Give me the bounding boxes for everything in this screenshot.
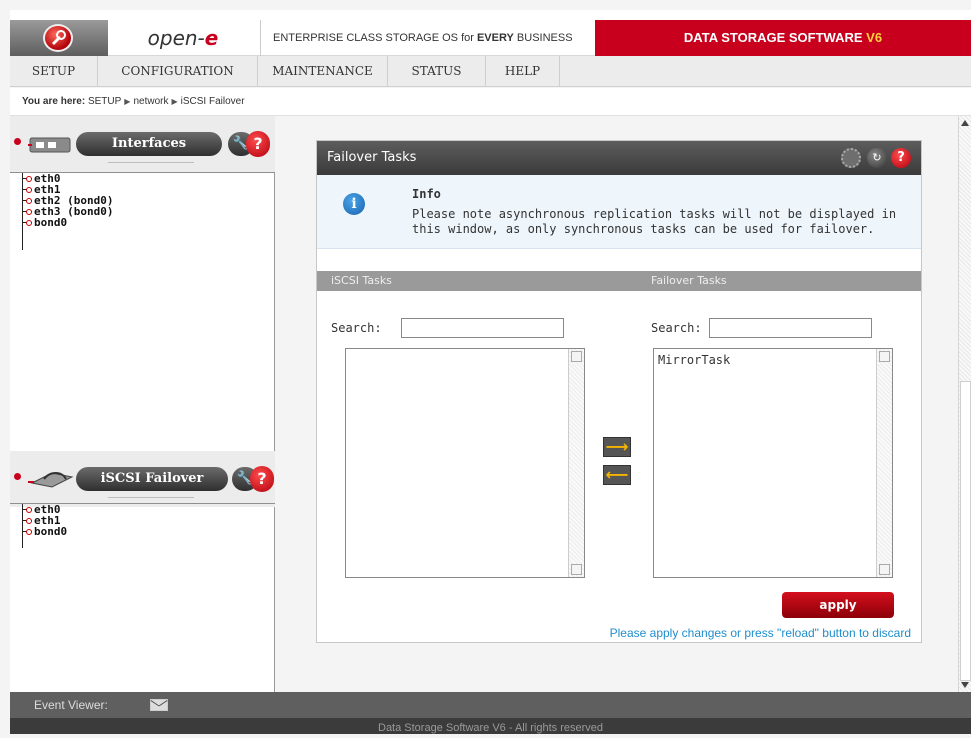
- tagline: ENTERPRISE CLASS STORAGE OS for EVERY BU…: [260, 20, 595, 56]
- interfaces-header: Interfaces 🔧 ?: [10, 116, 275, 172]
- breadcrumb: You are here: SETUP ▶ network ▶ iSCSI Failov…: [10, 88, 971, 116]
- tree-item-bond0[interactable]: bond0: [10, 217, 275, 228]
- scroll-thumb[interactable]: [960, 381, 971, 681]
- tree-item-bond0[interactable]: bond0: [10, 526, 275, 537]
- failover-tasks-list[interactable]: MirrorTask: [653, 348, 893, 578]
- iscsi-failover-title[interactable]: iSCSI Failover: [76, 467, 228, 491]
- column-failover-tasks: Failover Tasks: [651, 274, 727, 287]
- event-viewer-label: Event Viewer:: [34, 698, 108, 712]
- help-icon[interactable]: ?: [891, 148, 911, 168]
- main-content: Failover Tasks ↻ ? i Info Please note as…: [276, 116, 958, 692]
- page-scrollbar[interactable]: [958, 116, 971, 692]
- breadcrumb-sep-icon: ▶: [171, 97, 178, 106]
- network-device-icon: [28, 137, 71, 153]
- columns-bar: iSCSI Tasks Failover Tasks: [317, 271, 921, 291]
- scroll-up-icon[interactable]: [961, 120, 969, 126]
- right-search-input[interactable]: [709, 318, 872, 338]
- info-box: i Info Please note asynchronous replicat…: [317, 175, 921, 249]
- column-iscsi-tasks: iSCSI Tasks: [331, 274, 392, 287]
- info-icon: i: [343, 193, 365, 215]
- move-left-button[interactable]: ⟵: [603, 465, 631, 485]
- logo-icon: [43, 24, 73, 52]
- storage-device-icon: [28, 472, 74, 488]
- main-menu: SETUP CONFIGURATION MAINTENANCE STATUS H…: [10, 56, 971, 87]
- brand-prefix: open-: [147, 26, 205, 50]
- help-icon[interactable]: ?: [250, 466, 274, 492]
- tagline-suffix: BUSINESS: [513, 32, 573, 44]
- info-title: Info: [412, 187, 441, 201]
- scroll-up-button[interactable]: [879, 351, 890, 362]
- brand-logo: open-e: [108, 20, 258, 56]
- help-icon[interactable]: ?: [246, 131, 270, 157]
- brand-suffix: e: [204, 26, 219, 50]
- apply-button[interactable]: apply: [782, 592, 894, 618]
- list-scrollbar[interactable]: [568, 349, 584, 577]
- tree-item-label: bond0: [34, 525, 68, 538]
- breadcrumb-network[interactable]: network: [133, 96, 168, 107]
- iscsi-failover-header: iSCSI Failover 🔧 ?: [10, 451, 275, 507]
- reload-icon[interactable]: ↻: [867, 148, 887, 168]
- product-name: DATA STORAGE SOFTWARE: [683, 30, 867, 45]
- pin-icon: [14, 473, 21, 480]
- tagline-bold: EVERY: [476, 32, 514, 44]
- sidebar: Interfaces 🔧 ? eth0 eth1 eth2 (bond0) et…: [10, 116, 275, 692]
- right-search-label: Search:: [651, 321, 702, 335]
- panel-title: Failover Tasks: [327, 150, 417, 165]
- copyright: Data Storage Software V6 - All rights re…: [10, 718, 971, 734]
- pin-icon: [14, 138, 21, 145]
- breadcrumb-setup[interactable]: SETUP: [88, 96, 121, 107]
- iscsi-failover-tree: eth0 eth1 bond0: [10, 503, 275, 692]
- event-viewer-bar: Event Viewer:: [10, 692, 971, 718]
- spinner-icon: [841, 148, 861, 168]
- menu-status[interactable]: STATUS: [388, 56, 486, 87]
- product-title: DATA STORAGE SOFTWARE V6: [595, 20, 971, 56]
- top-banner: open-e ENTERPRISE CLASS STORAGE OS for E…: [10, 10, 971, 56]
- tagline-prefix: ENTERPRISE CLASS STORAGE OS for: [273, 32, 477, 44]
- list-scrollbar[interactable]: [876, 349, 892, 577]
- logo-cell[interactable]: [10, 20, 108, 56]
- scroll-down-button[interactable]: [571, 564, 582, 575]
- left-search-label: Search:: [331, 321, 382, 335]
- list-item-mirrortask[interactable]: MirrorTask: [658, 353, 730, 367]
- breadcrumb-label: You are here:: [22, 96, 86, 107]
- product-version: V6: [866, 30, 883, 45]
- interfaces-title[interactable]: Interfaces: [76, 132, 222, 156]
- tree-item-label: bond0: [34, 216, 68, 229]
- menu-help[interactable]: HELP: [486, 56, 560, 87]
- mail-icon[interactable]: [150, 699, 168, 711]
- menu-maintenance[interactable]: MAINTENANCE: [258, 56, 388, 87]
- header-divider: [108, 497, 194, 498]
- panel-header: Failover Tasks ↻ ?: [317, 141, 921, 175]
- info-text: Please note asynchronous replication tas…: [412, 207, 897, 236]
- scroll-down-icon[interactable]: [961, 682, 969, 688]
- failover-tasks-panel: Failover Tasks ↻ ? i Info Please note as…: [316, 140, 922, 643]
- menu-configuration[interactable]: CONFIGURATION: [98, 56, 258, 87]
- left-search-input[interactable]: [401, 318, 564, 338]
- header-divider: [108, 162, 194, 163]
- scroll-down-button[interactable]: [879, 564, 890, 575]
- scroll-up-button[interactable]: [571, 351, 582, 362]
- iscsi-tasks-list[interactable]: [345, 348, 585, 578]
- breadcrumb-sep-icon: ▶: [124, 97, 131, 106]
- menu-setup[interactable]: SETUP: [10, 56, 98, 87]
- breadcrumb-iscsi-failover[interactable]: iSCSI Failover: [181, 96, 245, 107]
- move-right-button[interactable]: ⟶: [603, 437, 631, 457]
- apply-note: Please apply changes or press "reload" b…: [609, 626, 911, 640]
